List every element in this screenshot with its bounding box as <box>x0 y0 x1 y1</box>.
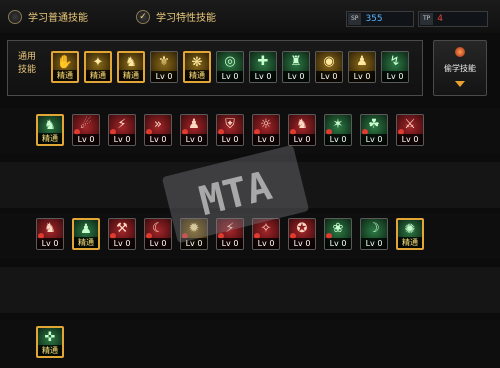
skill-level-label: Lv 0 <box>250 71 276 82</box>
skill-button[interactable]: ✚ Lv 0 <box>249 51 277 83</box>
cross-icon: ✚ <box>257 54 269 69</box>
skill-button[interactable]: ⛨ Lv 0 <box>216 114 244 146</box>
skill-level-label: Lv 0 <box>361 134 387 145</box>
skill-button[interactable]: ◉ Lv 0 <box>315 51 343 83</box>
skill-button[interactable]: ⚔ Lv 0 <box>396 114 424 146</box>
sp-label: SP <box>348 13 362 25</box>
radio-icon[interactable] <box>8 9 22 24</box>
skill-level-label: 精通 <box>38 345 62 356</box>
common-skills-panel: 通用技能 ✋ 精通 ✦ 精通 ♞ 精通 ⚜ Lv 0 ❋ 精通 ◎ Lv 0 ✚ Lv 0 ♜ Lv 0 ◉ Lv… <box>7 40 423 96</box>
shield-icon: ◉ <box>323 54 335 69</box>
skill-level-label: 精通 <box>86 70 110 81</box>
skill-button[interactable]: ☽ Lv 0 <box>360 218 388 250</box>
skill-level-label: Lv 0 <box>109 134 135 145</box>
skill-button[interactable]: ♟ Lv 0 <box>348 51 376 83</box>
tp-counter: TP 4 <box>418 11 488 27</box>
skill-level-label: Lv 0 <box>283 71 309 82</box>
emblem-icon: ⚜ <box>158 54 170 69</box>
steal-skill-label: 偷学技能 <box>444 64 476 73</box>
skill-button[interactable]: ☼ Lv 0 <box>252 114 280 146</box>
skill-level-label: Lv 0 <box>289 134 315 145</box>
skill-level-label: Lv 0 <box>253 134 279 145</box>
skill-row-band <box>0 320 500 368</box>
skill-button[interactable]: ↯ Lv 0 <box>381 51 409 83</box>
warrior-icon: ♟ <box>356 54 368 69</box>
skill-level-label: Lv 0 <box>289 238 315 249</box>
skill-level-label: 精通 <box>398 237 422 248</box>
learn-normal-label: 学习普通技能 <box>28 13 88 24</box>
dash-icon: ↯ <box>389 54 401 69</box>
skill-button[interactable]: ♜ Lv 0 <box>282 51 310 83</box>
skill-button[interactable]: ✋ 精通 <box>51 51 79 83</box>
skill-button[interactable]: ♞ Lv 0 <box>36 218 64 250</box>
tp-value: 4 <box>437 14 444 24</box>
skill-level-label: Lv 0 <box>217 134 243 145</box>
skill-button[interactable]: ♞ Lv 0 <box>288 114 316 146</box>
skill-button[interactable]: ♟ Lv 0 <box>180 114 208 146</box>
skill-button[interactable]: ✪ Lv 0 <box>288 218 316 250</box>
skill-level-label: Lv 0 <box>361 238 387 249</box>
skill-level-label: Lv 0 <box>325 238 351 249</box>
tp-label: TP <box>420 13 434 25</box>
skill-level-label: 精通 <box>38 133 62 144</box>
skill-button[interactable]: ☘ Lv 0 <box>360 114 388 146</box>
learn-trait-label: 学习特性技能 <box>156 13 216 24</box>
skill-button[interactable]: ⚒ Lv 0 <box>108 218 136 250</box>
skill-level-label: Lv 0 <box>316 71 342 82</box>
skill-button[interactable]: ✜ 精通 <box>36 326 64 358</box>
skill-button[interactable]: ⚜ Lv 0 <box>150 51 178 83</box>
skill-button[interactable]: ♞ 精通 <box>36 114 64 146</box>
skill-button[interactable]: ⚡ Lv 0 <box>108 114 136 146</box>
skill-row-band <box>0 267 500 313</box>
moon-icon: ☽ <box>368 221 380 236</box>
skill-button[interactable]: ♟ 精通 <box>72 218 100 250</box>
skill-level-label: Lv 0 <box>145 134 171 145</box>
skill-level-label: Lv 0 <box>151 71 177 82</box>
skill-level-label: Lv 0 <box>145 238 171 249</box>
skill-level-label: Lv 0 <box>109 238 135 249</box>
skill-level-label: Lv 0 <box>253 238 279 249</box>
skill-button[interactable]: ✺ 精通 <box>396 218 424 250</box>
learn-trait-option[interactable]: ✓ 学习特性技能 <box>136 9 216 24</box>
sp-counter: SP 355 <box>346 11 414 27</box>
skill-level-label: Lv 0 <box>397 134 423 145</box>
skill-button[interactable]: ☄ Lv 0 <box>72 114 100 146</box>
skill-level-label: 精通 <box>74 237 98 248</box>
learn-normal-option[interactable]: 学习普通技能 <box>8 9 88 24</box>
skill-button[interactable]: ❀ Lv 0 <box>324 218 352 250</box>
common-skills-label: 通用技能 <box>17 52 36 75</box>
steal-skill-button[interactable]: 偷学技能 <box>433 40 487 96</box>
sp-value: 355 <box>365 14 383 24</box>
checkmark-icon[interactable]: ✓ <box>136 9 150 24</box>
skill-level-label: Lv 0 <box>349 71 375 82</box>
skill-level-label: Lv 0 <box>382 71 408 82</box>
skill-level-label: 精通 <box>53 70 77 81</box>
top-bar: 学习普通技能 ✓ 学习特性技能 SP 355 TP 4 <box>0 0 500 33</box>
flame-icon <box>455 47 465 57</box>
target-icon: ◎ <box>224 54 236 69</box>
skill-button[interactable]: ☾ Lv 0 <box>144 218 172 250</box>
skill-button[interactable]: ✦ 精通 <box>84 51 112 83</box>
skill-level-label: Lv 0 <box>217 238 243 249</box>
skill-button[interactable]: ❋ 精通 <box>183 51 211 83</box>
skill-button[interactable]: ✶ Lv 0 <box>324 114 352 146</box>
skill-level-label: Lv 0 <box>73 134 99 145</box>
skill-button[interactable]: » Lv 0 <box>144 114 172 146</box>
skill-level-label: Lv 0 <box>37 238 63 249</box>
skill-button[interactable]: ◎ Lv 0 <box>216 51 244 83</box>
charge-icon: ♜ <box>290 54 302 69</box>
skill-level-label: Lv 0 <box>181 134 207 145</box>
skill-level-label: Lv 0 <box>325 134 351 145</box>
skill-button[interactable]: ♞ 精通 <box>117 51 145 83</box>
skill-level-label: Lv 0 <box>217 71 243 82</box>
skill-level-label: 精通 <box>185 70 209 81</box>
skill-level-label: 精通 <box>119 70 143 81</box>
dropdown-arrow-icon <box>455 81 465 87</box>
